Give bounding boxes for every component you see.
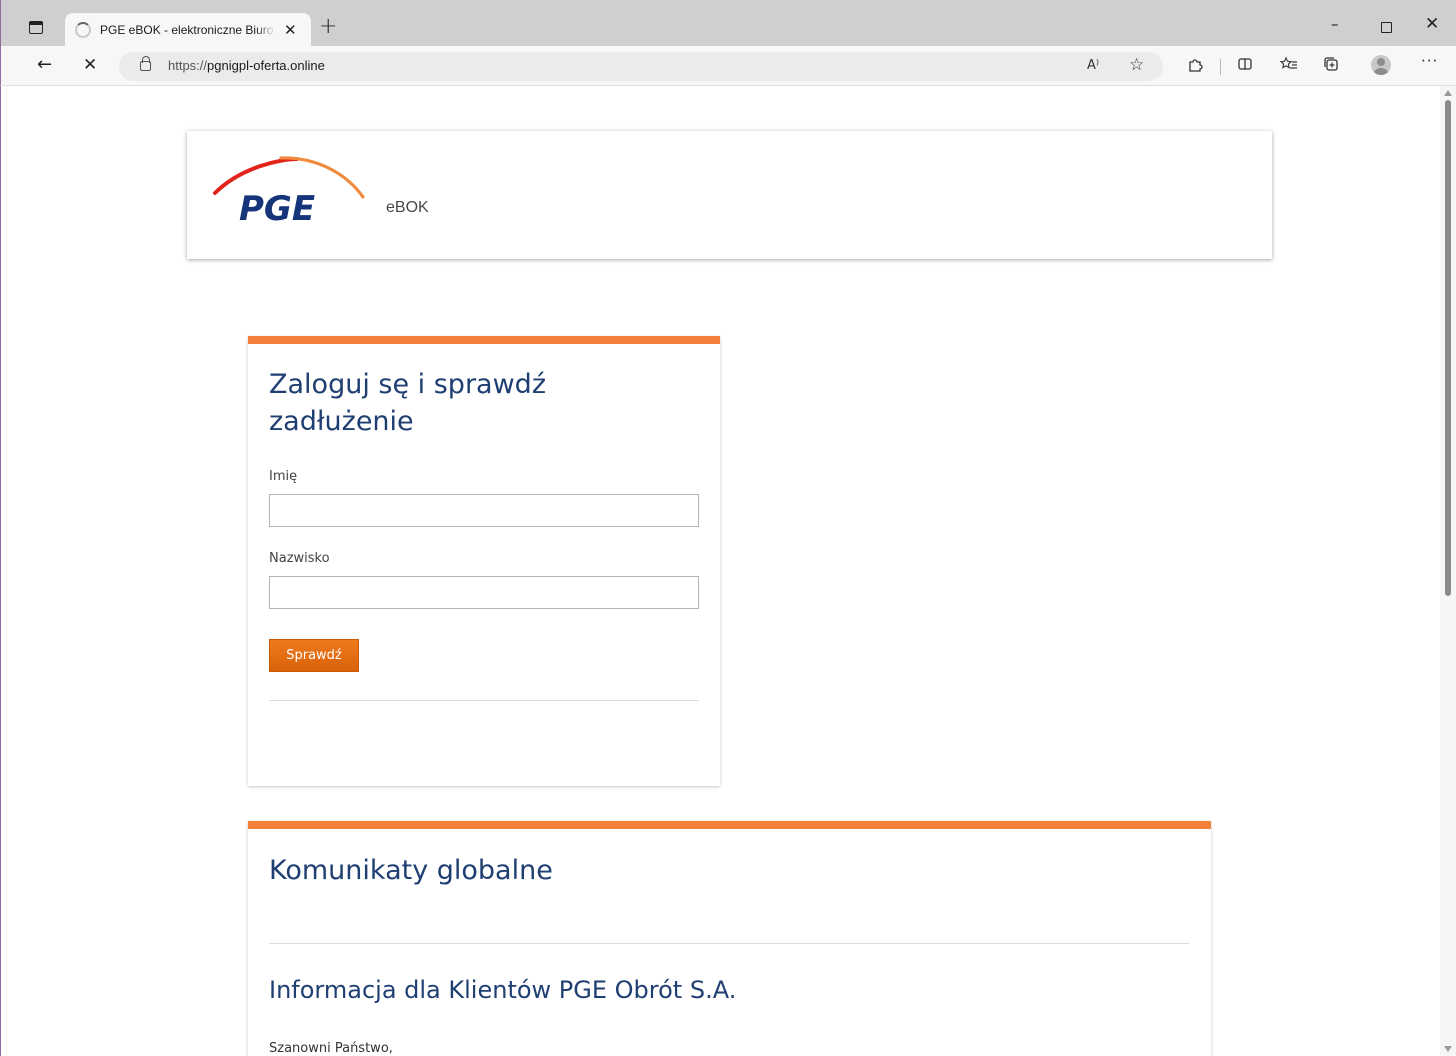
last-name-input[interactable]: [269, 576, 699, 609]
browser-toolbar: ← ✕ https://pgnigpl-oferta.online A⁾ ☆ ·…: [0, 46, 1456, 86]
collections-icon[interactable]: [1323, 56, 1339, 76]
lock-icon[interactable]: [140, 56, 151, 71]
stop-loading-icon[interactable]: ✕: [83, 54, 97, 76]
scroll-down-arrow-icon[interactable]: [1444, 1046, 1452, 1052]
check-button[interactable]: Sprawdź: [269, 639, 359, 672]
site-header: PGE eBOK: [187, 131, 1272, 259]
url-scheme: https://: [168, 58, 208, 73]
messages-subtitle: Informacja dla Klientów PGE Obrót S.A.: [269, 976, 737, 1004]
close-window-icon[interactable]: ✕: [1425, 14, 1439, 34]
profile-avatar-icon[interactable]: [1371, 55, 1391, 75]
product-label: eBOK: [386, 199, 429, 216]
toolbar-separator: [1220, 59, 1221, 75]
vertical-scrollbar[interactable]: [1440, 86, 1456, 1056]
loading-spinner-icon: [75, 21, 91, 38]
first-name-input[interactable]: [269, 494, 699, 527]
minimize-icon[interactable]: –: [1331, 14, 1339, 34]
favorites-icon[interactable]: [1279, 56, 1298, 76]
page-viewport: PGE eBOK Zaloguj sę i sprawdź zadłużenie…: [0, 86, 1456, 1056]
global-messages-card: Komunikaty globalne Informacja dla Klien…: [248, 821, 1211, 1056]
scrollbar-thumb[interactable]: [1445, 100, 1451, 596]
divider: [269, 700, 699, 701]
url-host: pgnigpl-oferta.online: [207, 58, 325, 73]
scroll-up-arrow-icon[interactable]: [1444, 90, 1452, 96]
login-title: Zaloguj sę i sprawdź zadłużenie: [269, 369, 546, 437]
url-text[interactable]: https://pgnigpl-oferta.online: [168, 58, 325, 73]
new-tab-button[interactable]: +: [319, 15, 337, 39]
messages-body-text: Szanowni Państwo,: [269, 1041, 393, 1056]
messages-title: Komunikaty globalne: [269, 855, 553, 886]
address-bar[interactable]: https://pgnigpl-oferta.online A⁾ ☆: [119, 52, 1163, 81]
split-screen-icon[interactable]: [1237, 56, 1253, 76]
login-card: Zaloguj sę i sprawdź zadłużenie Imię Naz…: [248, 336, 720, 786]
favorite-star-icon[interactable]: ☆: [1129, 55, 1144, 75]
last-name-label: Nazwisko: [269, 551, 330, 566]
first-name-label: Imię: [269, 469, 298, 484]
tab-close-icon[interactable]: ✕: [284, 21, 297, 39]
more-options-icon[interactable]: ···: [1421, 52, 1438, 70]
read-aloud-icon[interactable]: A⁾: [1087, 58, 1099, 73]
browser-titlebar: PGE eBOK - elektroniczne Biuro Obsługi K…: [0, 0, 1456, 46]
pge-logo-text: PGE: [239, 189, 315, 225]
extensions-icon[interactable]: [1187, 56, 1203, 76]
back-arrow-icon[interactable]: ←: [37, 54, 52, 76]
divider: [269, 943, 1189, 944]
maximize-icon[interactable]: [1381, 22, 1392, 33]
tab-title: PGE eBOK - elektroniczne Biuro Obsługi K…: [100, 22, 276, 37]
tab-actions-icon[interactable]: [29, 21, 43, 34]
browser-tab-active[interactable]: PGE eBOK - elektroniczne Biuro Obsługi K…: [65, 13, 311, 46]
pge-logo[interactable]: PGE: [211, 155, 371, 229]
